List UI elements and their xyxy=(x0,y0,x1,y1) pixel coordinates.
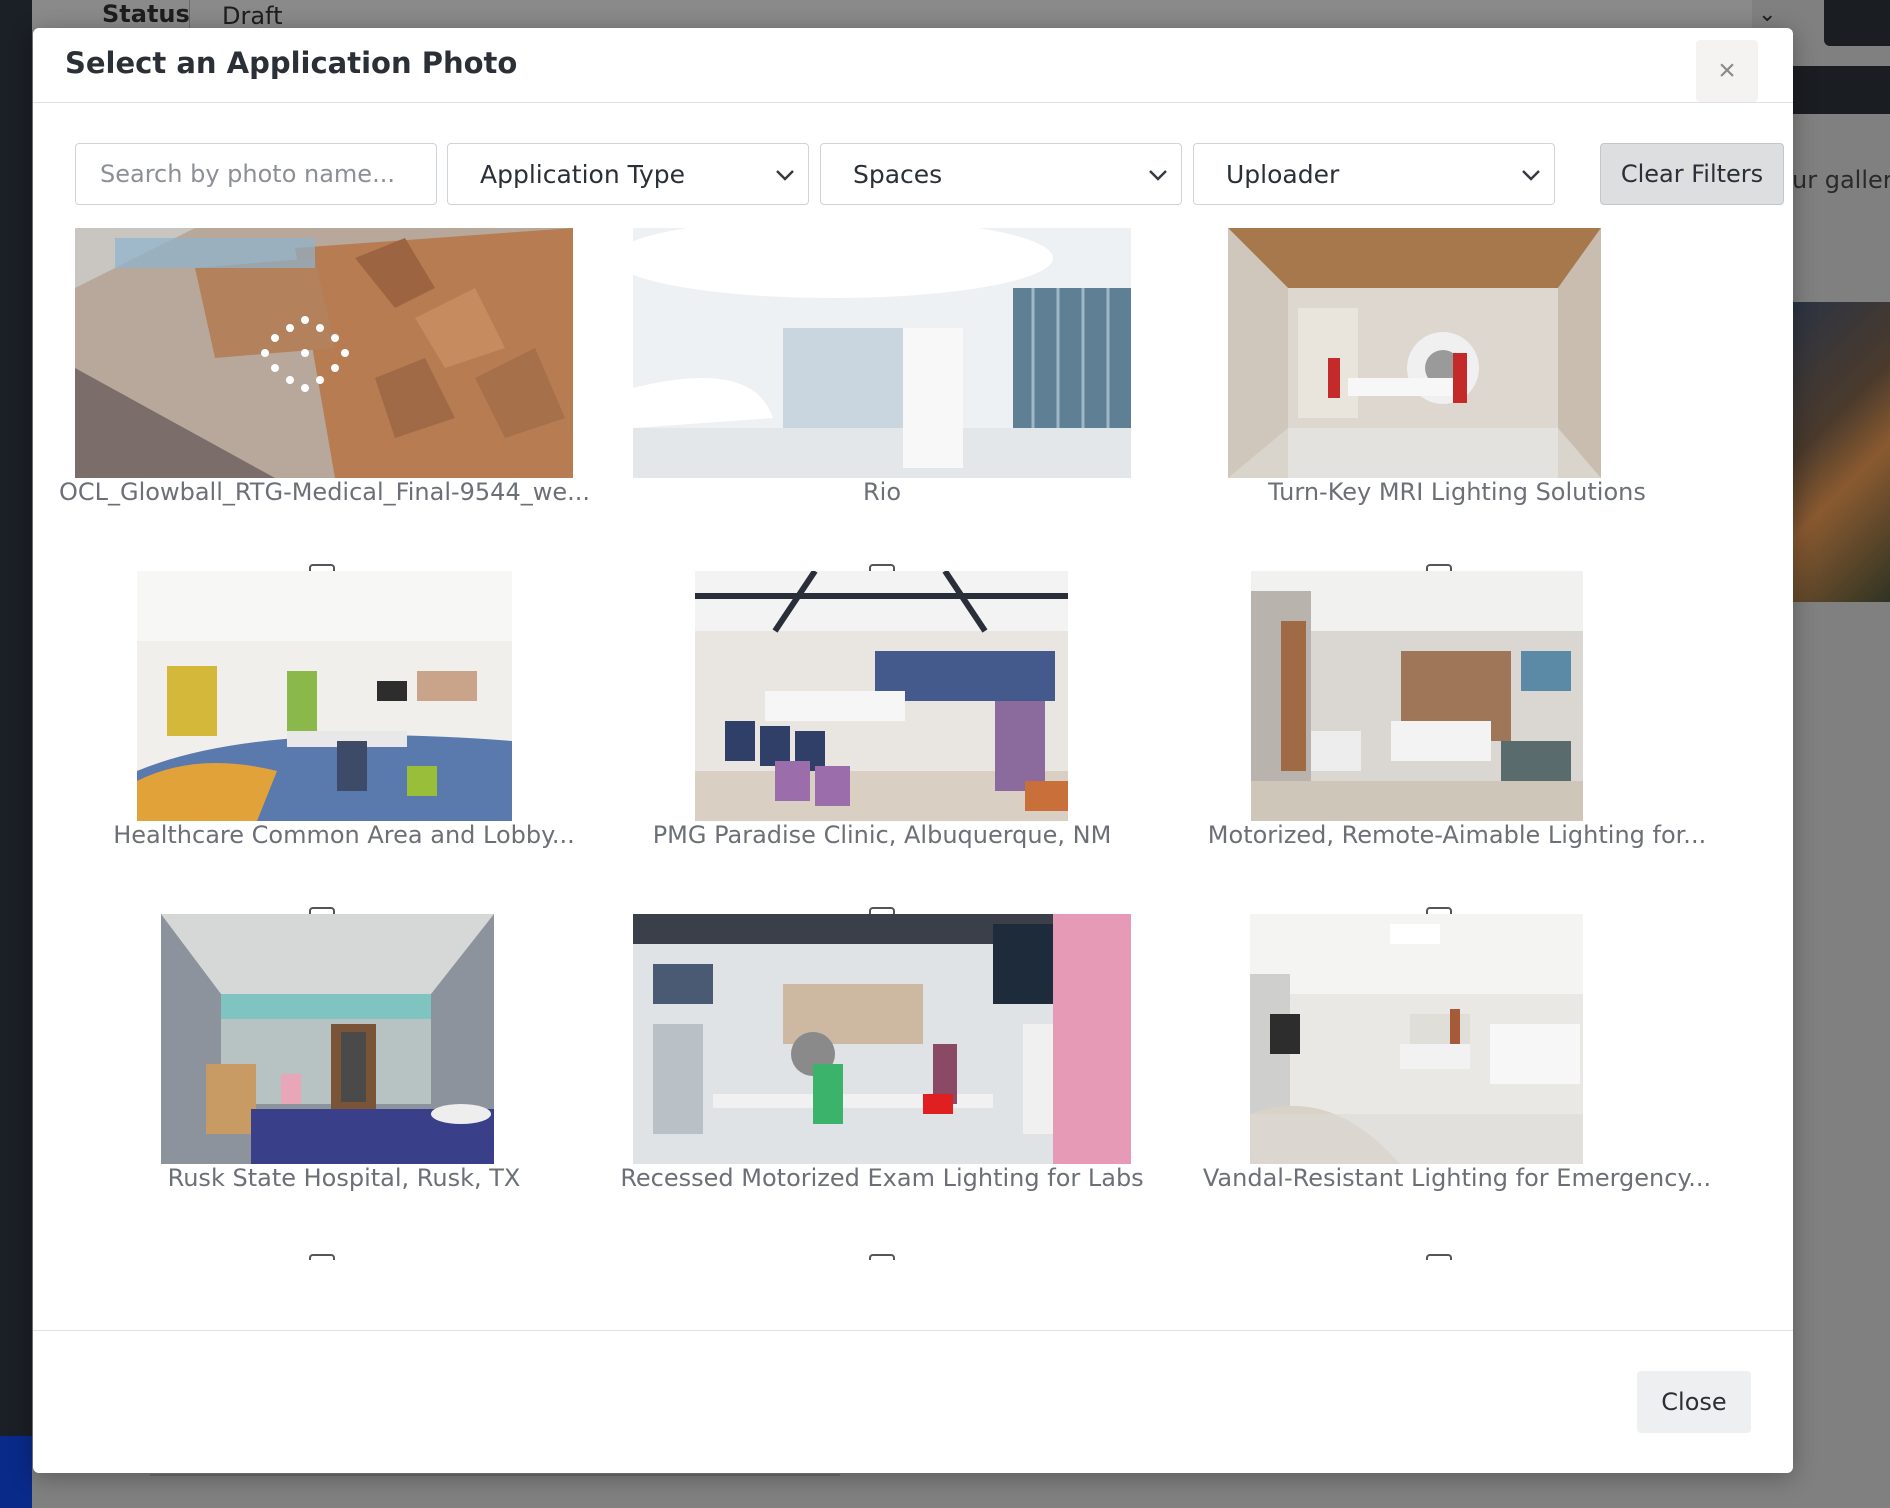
photo-caption: Rio xyxy=(862,478,902,506)
background-status-label: Status xyxy=(102,0,190,28)
photo-caption: Recessed Motorized Exam Lighting for Lab… xyxy=(620,1164,1144,1192)
background-gallery-text: ur galler xyxy=(1792,166,1890,194)
clear-filters-button[interactable]: Clear Filters xyxy=(1600,143,1784,205)
background-sidebar xyxy=(0,0,32,1508)
spaces-label: Spaces xyxy=(853,160,943,189)
background-divider xyxy=(150,1474,840,1476)
chevron-down-icon xyxy=(1522,170,1540,181)
application-type-select[interactable]: Application Type xyxy=(447,143,809,205)
background-right-bar xyxy=(1790,66,1890,114)
photo-thumbnail[interactable] xyxy=(1250,914,1583,1164)
photo-caption: Motorized, Remote-Aimable Lighting for..… xyxy=(1207,821,1707,849)
chevron-down-icon: ⌄ xyxy=(1758,2,1777,27)
photo-caption: PMG Paradise Clinic, Albuquerque, NM xyxy=(652,821,1112,849)
uploader-select[interactable]: Uploader xyxy=(1193,143,1555,205)
modal-title: Select an Application Photo xyxy=(65,46,518,80)
photo-thumbnail[interactable] xyxy=(1251,571,1583,821)
modal-footer: Close xyxy=(33,1330,1793,1473)
photo-caption: Turn-Key MRI Lighting Solutions xyxy=(1268,478,1646,506)
photo-checkbox[interactable] xyxy=(309,1254,335,1260)
background-status-divider xyxy=(189,0,190,30)
chevron-down-icon xyxy=(776,170,794,181)
chevron-down-icon xyxy=(1149,170,1167,181)
photo-thumbnail[interactable] xyxy=(75,228,573,478)
background-sidebar-active xyxy=(0,1436,32,1508)
spaces-select[interactable]: Spaces xyxy=(820,143,1182,205)
background-status-row: Status Draft ⌄ xyxy=(32,0,1776,30)
modal-header: Select an Application Photo × xyxy=(33,28,1793,103)
photo-thumbnail[interactable] xyxy=(137,571,512,821)
photo-thumbnail[interactable] xyxy=(633,914,1131,1164)
application-type-label: Application Type xyxy=(480,160,686,189)
photo-thumbnail[interactable] xyxy=(161,914,494,1164)
photo-thumbnail[interactable] xyxy=(1228,228,1601,478)
photo-checkbox[interactable] xyxy=(869,1254,895,1260)
search-input[interactable] xyxy=(75,143,437,205)
uploader-label: Uploader xyxy=(1226,160,1340,189)
photo-thumbnail[interactable] xyxy=(695,571,1068,821)
background-top-button xyxy=(1824,0,1890,46)
photo-caption: OCL_Glowball_RTG-Medical_Final-9544_we..… xyxy=(59,478,590,506)
photo-caption: Rusk State Hospital, Rusk, TX xyxy=(167,1164,521,1192)
modal-close-button[interactable]: × xyxy=(1696,40,1758,102)
photo-thumbnail[interactable] xyxy=(633,228,1131,478)
filter-bar: Application Type Spaces Uploader Clear F… xyxy=(75,143,1784,207)
photo-select-modal: Select an Application Photo × Applicatio… xyxy=(33,28,1793,1473)
background-photo xyxy=(1790,302,1890,602)
close-icon: × xyxy=(1718,54,1736,87)
photo-caption: Healthcare Common Area and Lobby... xyxy=(113,821,575,849)
photo-checkbox[interactable] xyxy=(1426,1254,1452,1260)
background-status-value: Draft xyxy=(222,2,283,30)
photo-caption: Vandal-Resistant Lighting for Emergency.… xyxy=(1202,1164,1712,1192)
close-button[interactable]: Close xyxy=(1637,1371,1751,1433)
